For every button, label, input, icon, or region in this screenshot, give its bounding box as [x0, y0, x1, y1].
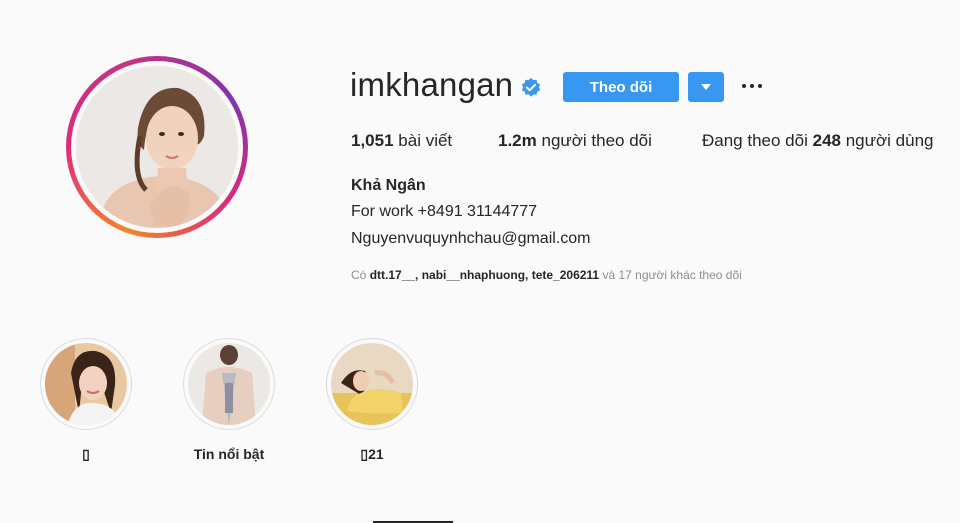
followed-by-text[interactable]: Có dtt.17__, nabi__nhaphuong, tete_20621…: [351, 268, 742, 282]
highlight-cover-image: [331, 343, 413, 425]
following-count-prefix: Đang theo dõi: [702, 131, 808, 150]
posts-count-value: 1,051: [351, 131, 394, 150]
following-count-value: 248: [812, 131, 841, 150]
profile-full-name: Khả Ngân: [351, 177, 426, 194]
highlight-ring: [183, 338, 275, 430]
story-highlight[interactable]: ▯: [40, 338, 132, 463]
following-count[interactable]: Đang theo dõi 248 người dùng: [702, 131, 933, 151]
story-highlight[interactable]: Tin nổi bật: [183, 338, 275, 462]
avatar-frame: [71, 61, 243, 233]
follow-button[interactable]: Theo dõi: [563, 72, 679, 102]
highlight-cover-image: [45, 343, 127, 425]
followers-count[interactable]: 1.2m người theo dõi: [498, 131, 652, 151]
highlight-cover: [188, 343, 270, 425]
more-options-icon[interactable]: [740, 78, 764, 94]
followers-count-value: 1.2m: [498, 131, 537, 150]
suggested-accounts-dropdown-button[interactable]: [688, 72, 724, 102]
highlight-label: ▯: [82, 446, 90, 462]
story-highlight[interactable]: ▯21: [326, 338, 418, 463]
followed-by-suffix: và 17 người khác theo dõi: [602, 268, 742, 282]
posts-count-label: bài viết: [398, 131, 453, 150]
followed-by-prefix: Có: [351, 268, 367, 282]
posts-count: 1,051 bài viết: [351, 131, 452, 151]
following-count-suffix: người dùng: [845, 131, 934, 150]
bio-line-email: Nguyenvuquynhchau@gmail.com: [351, 230, 591, 247]
highlight-label: ▯21: [360, 446, 384, 462]
caret-down-icon: [701, 84, 711, 90]
followers-count-label: người theo dõi: [541, 131, 652, 150]
highlight-ring: [40, 338, 132, 430]
avatar-photo: [76, 66, 238, 228]
highlight-cover: [45, 343, 127, 425]
highlight-ring: [326, 338, 418, 430]
profile-username: imkhangan: [350, 66, 514, 103]
profile-avatar[interactable]: [76, 66, 238, 228]
bio-line-work: For work +8491 31144777: [351, 203, 538, 220]
followed-by-users: dtt.17__, nabi__nhaphuong, tete_206211: [369, 268, 600, 282]
highlight-label: Tin nổi bật: [193, 446, 265, 462]
highlight-cover-image: [188, 343, 270, 425]
verified-badge-icon: [521, 77, 541, 97]
profile-avatar-ring[interactable]: [66, 56, 248, 238]
highlight-cover: [331, 343, 413, 425]
